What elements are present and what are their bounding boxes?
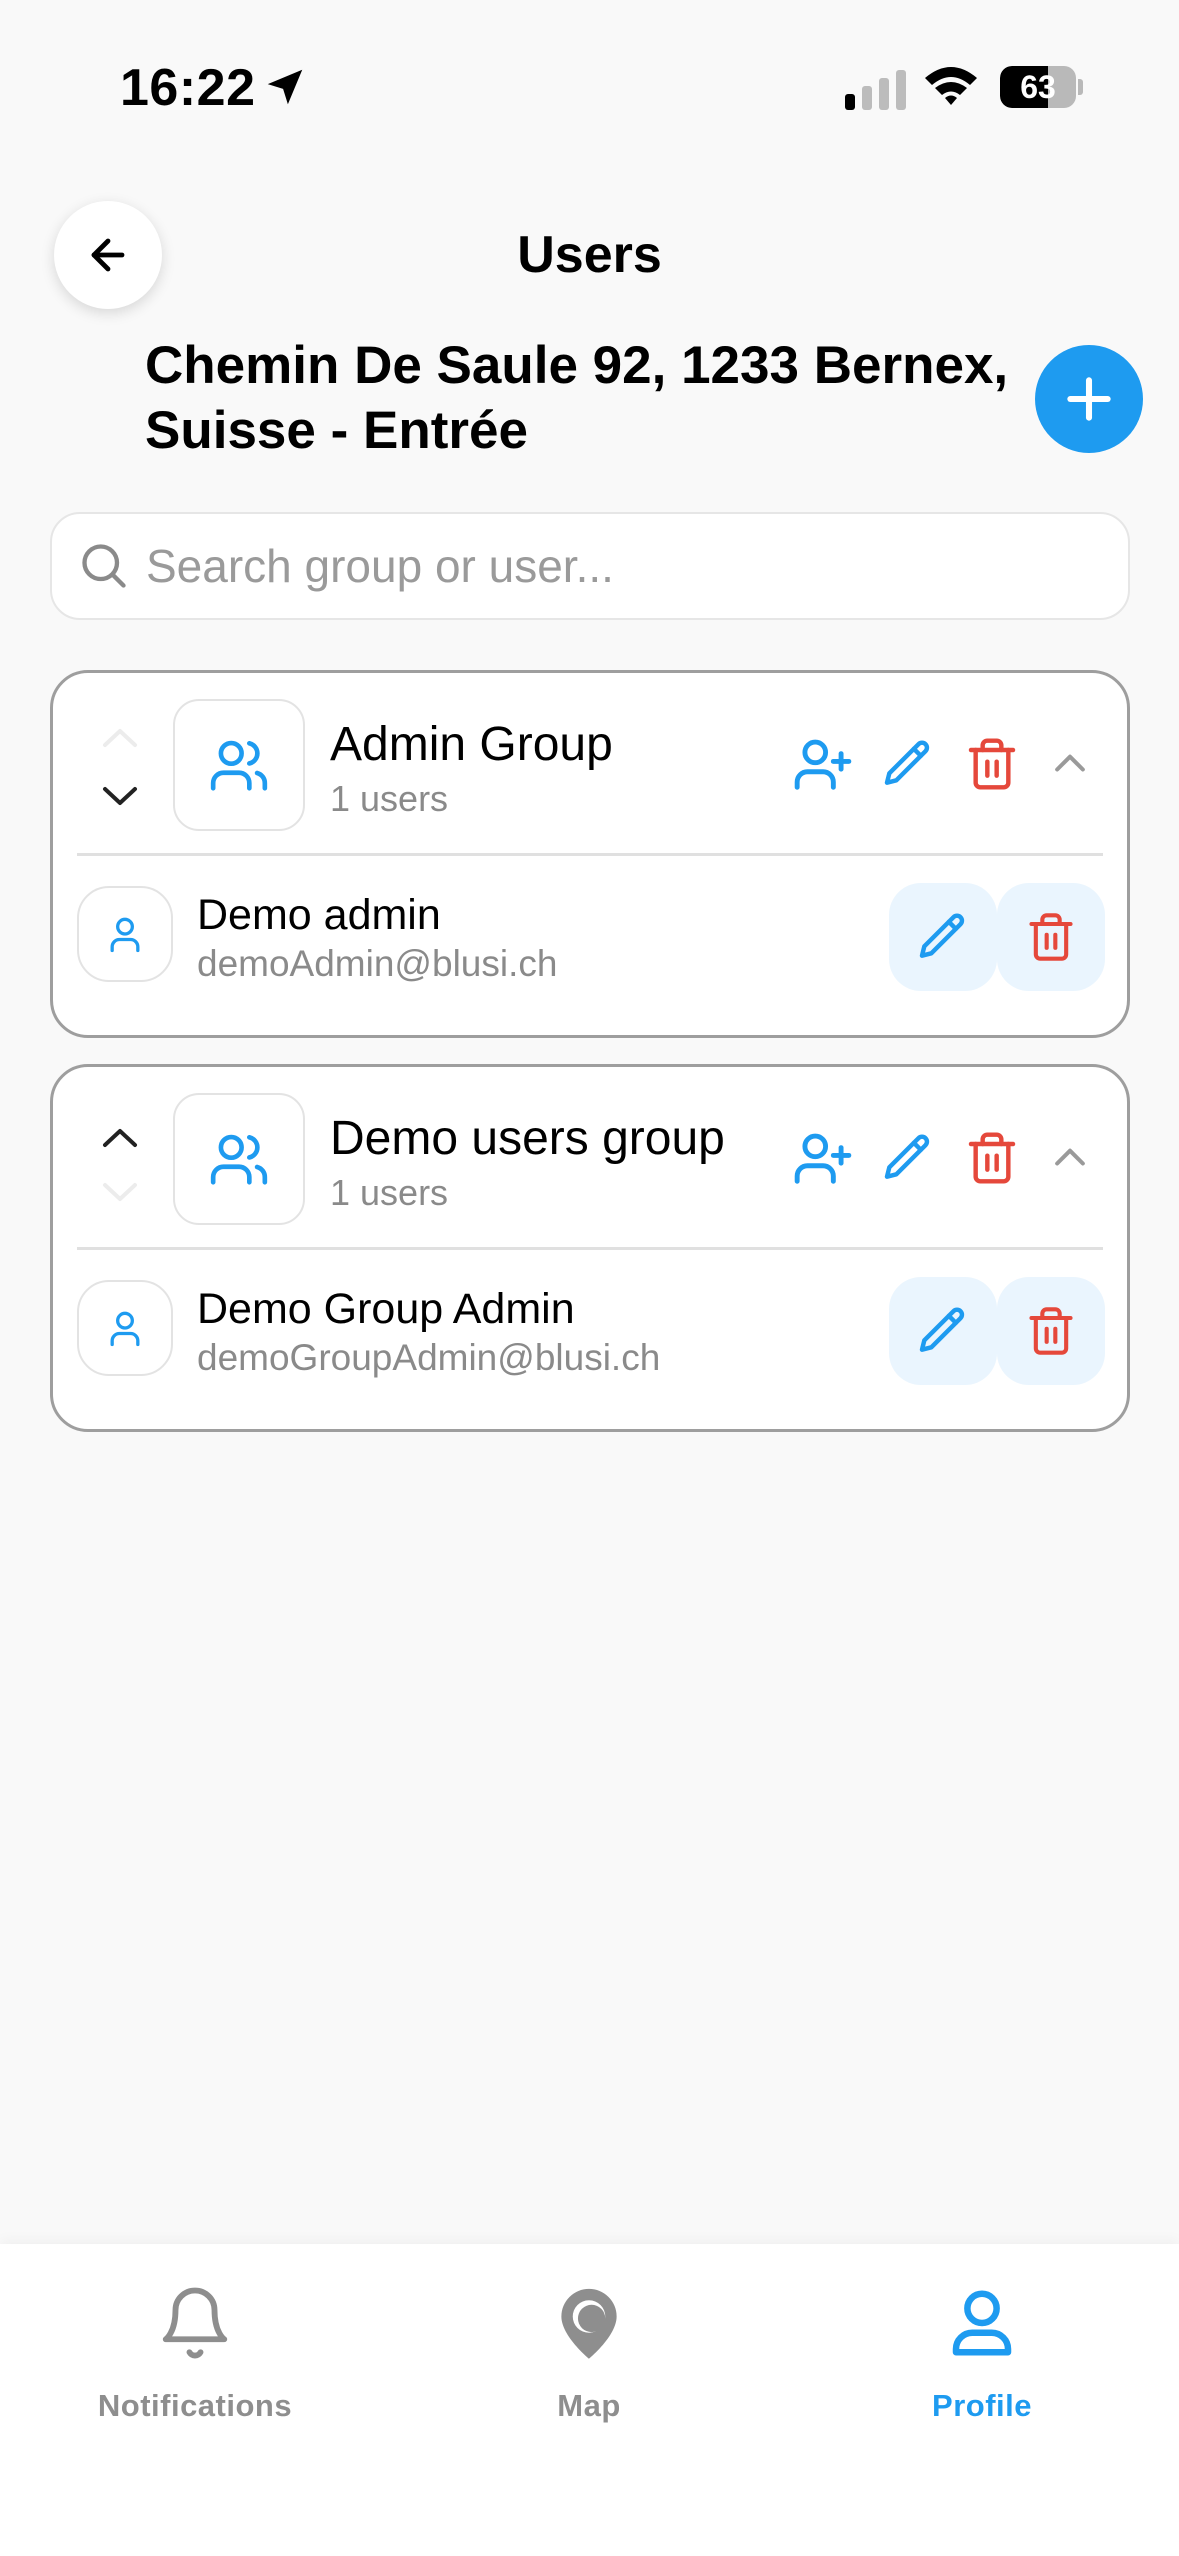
user-icon	[110, 917, 140, 953]
tab-notifications[interactable]: Notifications	[75, 2284, 315, 2434]
add-group-button[interactable]	[1035, 345, 1143, 453]
edit-user-button[interactable]	[889, 1277, 997, 1385]
pencil-icon	[919, 913, 965, 958]
tab-profile[interactable]: Profile	[862, 2284, 1102, 2434]
collapse-group-button[interactable]	[1035, 729, 1105, 799]
user-name: Demo admin	[197, 891, 441, 939]
group-user-count: 1 users	[330, 1172, 449, 1213]
users-icon	[210, 740, 268, 791]
user-email: demoAdmin@blusi.ch	[197, 943, 558, 984]
move-down-icon[interactable]	[99, 781, 141, 811]
user-email: demoGroupAdmin@blusi.ch	[197, 1337, 661, 1378]
move-up-icon[interactable]	[99, 723, 141, 753]
search-box[interactable]	[50, 512, 1130, 620]
user-name: Demo Group Admin	[197, 1285, 575, 1333]
move-up-icon[interactable]	[99, 1123, 141, 1153]
trash-icon	[1029, 1307, 1073, 1355]
location-address: Chemin De Saule 92, 1233 Bernex, Suisse …	[145, 333, 1045, 463]
group-card: Admin Group 1 users Demo admin demoAdmin…	[50, 670, 1130, 1038]
person-icon	[952, 2290, 1012, 2356]
map-pin-icon	[561, 2288, 617, 2359]
group-name: Admin Group	[330, 718, 613, 771]
location-arrow-icon	[267, 69, 303, 105]
user-icon	[110, 1311, 140, 1347]
trash-icon	[968, 1132, 1016, 1184]
tab-bar: Notifications Map Profile	[0, 2244, 1179, 2556]
wifi-icon	[925, 67, 977, 105]
divider	[77, 853, 1103, 856]
group-card: Demo users group 1 users Demo Group Admi…	[50, 1064, 1130, 1432]
user-avatar	[77, 1280, 173, 1376]
divider	[77, 1247, 1103, 1250]
group-user-count: 1 users	[330, 778, 449, 819]
bell-icon	[162, 2287, 228, 2359]
user-plus-icon	[794, 1133, 852, 1184]
delete-group-button[interactable]	[957, 729, 1027, 799]
group-name: Demo users group	[330, 1112, 725, 1165]
status-time: 16:22	[120, 59, 256, 117]
chevron-up-icon	[1055, 1148, 1085, 1166]
battery-indicator: 63	[1000, 66, 1076, 108]
add-user-button[interactable]	[788, 1123, 858, 1193]
collapse-group-button[interactable]	[1035, 1123, 1105, 1193]
tab-label: Notifications	[97, 2388, 293, 2423]
add-user-button[interactable]	[788, 729, 858, 799]
move-down-icon[interactable]	[99, 1177, 141, 1207]
group-avatar	[173, 1093, 305, 1225]
trash-icon	[968, 738, 1016, 790]
delete-group-button[interactable]	[957, 1123, 1027, 1193]
battery-percent: 63	[1020, 68, 1056, 105]
search-input[interactable]	[146, 539, 1046, 593]
edit-group-button[interactable]	[873, 1123, 943, 1193]
search-icon	[82, 544, 126, 588]
pencil-icon	[919, 1307, 965, 1352]
delete-user-button[interactable]	[997, 883, 1105, 991]
address-line-1: Chemin De Saule 92, 1233 Bernex,	[145, 336, 1009, 395]
chevron-up-icon	[1055, 754, 1085, 772]
tab-label: Profile	[932, 2388, 1032, 2423]
users-icon	[210, 1134, 268, 1185]
status-bar: 16:22 63	[0, 0, 1179, 170]
cellular-signal-icon	[845, 70, 906, 110]
plus-icon	[1067, 377, 1111, 421]
edit-user-button[interactable]	[889, 883, 997, 991]
tab-label: Map	[557, 2388, 621, 2423]
address-line-2: Suisse - Entrée	[145, 401, 528, 460]
pencil-icon	[884, 740, 930, 785]
pencil-icon	[884, 1134, 930, 1179]
trash-icon	[1029, 913, 1073, 961]
tab-map[interactable]: Map	[469, 2284, 709, 2434]
user-plus-icon	[794, 739, 852, 790]
edit-group-button[interactable]	[873, 729, 943, 799]
user-avatar	[77, 886, 173, 982]
group-avatar	[173, 699, 305, 831]
delete-user-button[interactable]	[997, 1277, 1105, 1385]
battery-cap	[1078, 79, 1083, 95]
page-title: Users	[517, 226, 662, 284]
